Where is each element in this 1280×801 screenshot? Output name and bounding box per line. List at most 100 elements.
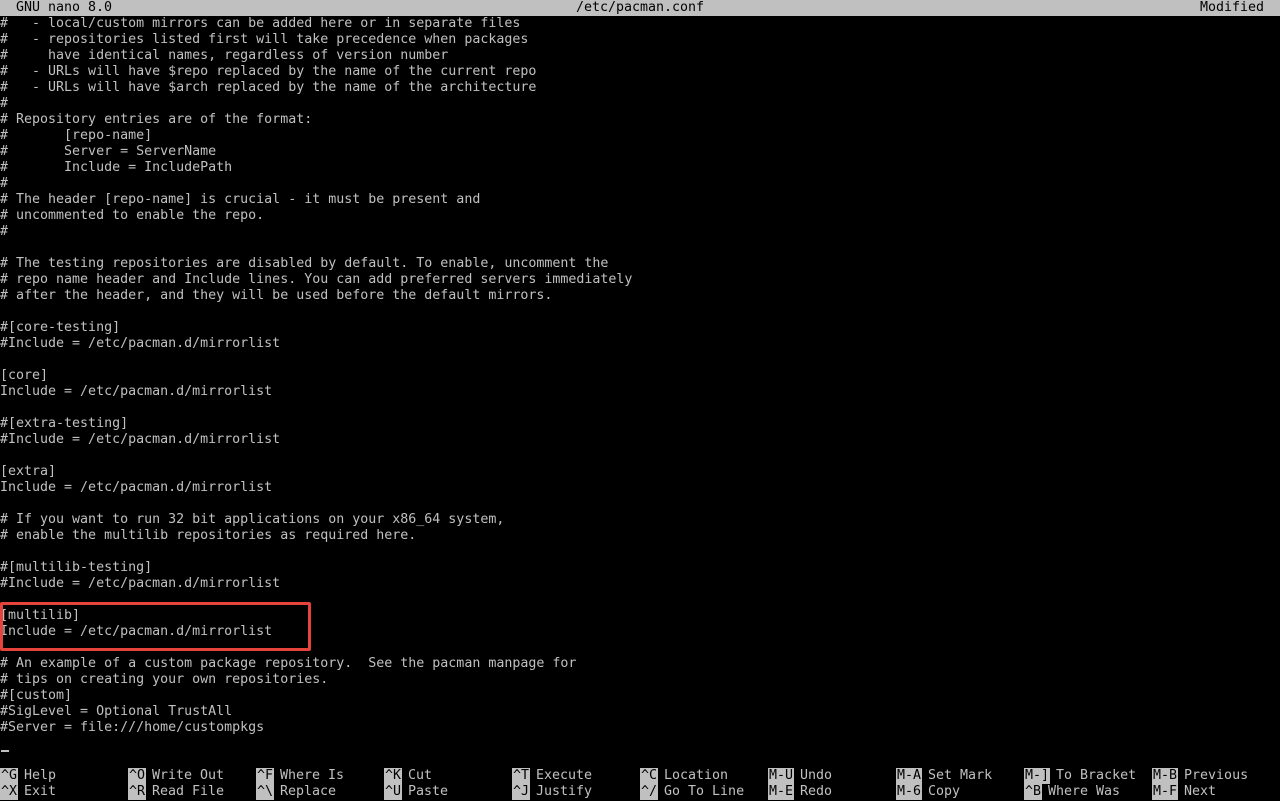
shortcut-key: ^G — [0, 768, 19, 784]
shortcut-label: Where Is — [280, 768, 345, 783]
shortcut-label: Redo — [800, 784, 833, 799]
editor-line[interactable]: # — [0, 176, 8, 192]
shortcut-key: M-B — [1152, 768, 1179, 784]
shortcut-key: ^J — [512, 784, 531, 800]
editor-line[interactable]: #Include = /etc/pacman.d/mirrorlist — [0, 336, 280, 352]
editor-line[interactable]: [core] — [0, 368, 48, 384]
shortcut-label: To Bracket — [1056, 768, 1137, 783]
text-cursor — [1, 750, 9, 752]
shortcut-item[interactable]: ^/ Go To Line — [640, 784, 744, 800]
shortcut-item[interactable]: ^G Help — [0, 768, 56, 784]
shortcut-key: ^\ — [256, 784, 275, 800]
shortcut-label: Write Out — [152, 768, 225, 783]
shortcut-key: M-E — [768, 784, 795, 800]
shortcut-label: Where Was — [1048, 784, 1121, 799]
shortcut-key: M-U — [768, 768, 795, 784]
shortcut-item[interactable]: M-A Set Mark — [896, 768, 992, 784]
shortcut-key: ^C — [640, 768, 659, 784]
editor-line[interactable]: #Include = /etc/pacman.d/mirrorlist — [0, 576, 280, 592]
shortcut-label: Previous — [1184, 768, 1249, 783]
shortcut-label: Read File — [152, 784, 225, 799]
shortcut-item[interactable]: ^U Paste — [384, 784, 448, 800]
shortcut-item[interactable]: ^T Execute — [512, 768, 592, 784]
shortcut-key: ^T — [512, 768, 531, 784]
shortcut-key: ^X — [0, 784, 19, 800]
editor-line[interactable]: # repo name header and Include lines. Yo… — [0, 272, 632, 288]
shortcut-key: ^K — [384, 768, 403, 784]
shortcut-key: ^O — [128, 768, 147, 784]
shortcut-label: Next — [1184, 784, 1217, 799]
editor-line[interactable]: # If you want to run 32 bit applications… — [0, 512, 504, 528]
modified-status: Modified — [1199, 0, 1264, 15]
shortcut-label: Copy — [928, 784, 961, 799]
editor-line[interactable]: # have identical names, regardless of ve… — [0, 48, 448, 64]
shortcut-label: Location — [664, 768, 729, 783]
shortcut-key: M-6 — [896, 784, 923, 800]
editor-line[interactable]: # enable the multilib repositories as re… — [0, 528, 416, 544]
shortcut-label: Exit — [24, 784, 57, 799]
file-name: /etc/pacman.conf — [575, 0, 705, 15]
shortcut-label: Go To Line — [664, 784, 745, 799]
editor-line[interactable]: # The testing repositories are disabled … — [0, 256, 608, 272]
editor-line[interactable]: # [repo-name] — [0, 128, 152, 144]
shortcut-key: ^/ — [640, 784, 659, 800]
editor-line[interactable]: Include = /etc/pacman.d/mirrorlist — [0, 480, 272, 496]
editor-line[interactable]: # tips on creating your own repositories… — [0, 672, 328, 688]
editor-line[interactable]: #[multilib-testing] — [0, 560, 152, 576]
shortcut-label: Replace — [280, 784, 337, 799]
shortcut-item[interactable]: M-F Next — [1152, 784, 1216, 800]
shortcut-key: ^B — [1024, 784, 1043, 800]
shortcut-label: Justify — [536, 784, 593, 799]
editor-line[interactable]: [extra] — [0, 464, 56, 480]
editor-line[interactable]: # uncommented to enable the repo. — [0, 208, 264, 224]
editor-line[interactable]: # - URLs will have $arch replaced by the… — [0, 80, 536, 96]
editor-line[interactable]: #Server = file:///home/custompkgs — [0, 720, 264, 736]
shortcut-label: Help — [24, 768, 57, 783]
editor-line[interactable]: #[extra-testing] — [0, 416, 128, 432]
app-version: GNU nano 8.0 — [16, 0, 113, 15]
editor-line[interactable]: # after the header, and they will be use… — [0, 288, 552, 304]
editor-line[interactable]: # — [0, 224, 8, 240]
editor-line[interactable]: # - local/custom mirrors can be added he… — [0, 16, 520, 32]
shortcut-item[interactable]: ^\ Replace — [256, 784, 336, 800]
shortcut-item[interactable]: M-B Previous — [1152, 768, 1248, 784]
shortcut-item[interactable]: ^C Location — [640, 768, 728, 784]
shortcut-item[interactable]: ^O Write Out — [128, 768, 224, 784]
editor-line[interactable]: Include = /etc/pacman.d/mirrorlist — [0, 384, 272, 400]
editor-line[interactable]: #[custom] — [0, 688, 72, 704]
shortcut-key: ^F — [256, 768, 275, 784]
shortcut-bar: ^G Help ^X Exit ^O Write Out ^R Read File ^F Wher… — [0, 768, 1280, 801]
editor-line[interactable]: # Repository entries are of the format: — [0, 112, 312, 128]
shortcut-key: M-] — [1024, 768, 1051, 784]
editor-line[interactable]: #[core-testing] — [0, 320, 120, 336]
shortcut-item[interactable]: ^B Where Was — [1024, 784, 1120, 800]
editor-line[interactable]: # Include = IncludePath — [0, 160, 232, 176]
shortcut-label: Set Mark — [928, 768, 993, 783]
multilib-highlight-annotation — [0, 602, 311, 651]
shortcut-item[interactable]: ^R Read File — [128, 784, 224, 800]
shortcut-key: M-F — [1152, 784, 1179, 800]
nano-title-bar: /etc/pacman.conf GNU nano 8.0 Modified — [0, 0, 1280, 16]
editor-line[interactable]: # The header [repo-name] is crucial - it… — [0, 192, 480, 208]
shortcut-key: ^R — [128, 784, 147, 800]
shortcut-key: ^U — [384, 784, 403, 800]
shortcut-item[interactable]: ^F Where Is — [256, 768, 344, 784]
shortcut-item[interactable]: ^J Justify — [512, 784, 592, 800]
shortcut-item[interactable]: ^X Exit — [0, 784, 56, 800]
editor-line[interactable]: # An example of a custom package reposit… — [0, 656, 576, 672]
editor-line[interactable]: #Include = /etc/pacman.d/mirrorlist — [0, 432, 280, 448]
shortcut-item[interactable]: ^K Cut — [384, 768, 432, 784]
shortcut-label: Cut — [408, 768, 433, 783]
shortcut-label: Execute — [536, 768, 593, 783]
editor-line[interactable]: # - URLs will have $repo replaced by the… — [0, 64, 536, 80]
editor-line[interactable]: # - repositories listed first will take … — [0, 32, 528, 48]
editor-line[interactable]: # — [0, 96, 8, 112]
editor-line[interactable]: #SigLevel = Optional TrustAll — [0, 704, 232, 720]
shortcut-item[interactable]: M-6 Copy — [896, 784, 960, 800]
shortcut-item[interactable]: M-E Redo — [768, 784, 832, 800]
shortcut-label: Undo — [800, 768, 833, 783]
shortcut-key: M-A — [896, 768, 923, 784]
editor-line[interactable]: # Server = ServerName — [0, 144, 216, 160]
shortcut-item[interactable]: M-] To Bracket — [1024, 768, 1136, 784]
shortcut-item[interactable]: M-U Undo — [768, 768, 832, 784]
